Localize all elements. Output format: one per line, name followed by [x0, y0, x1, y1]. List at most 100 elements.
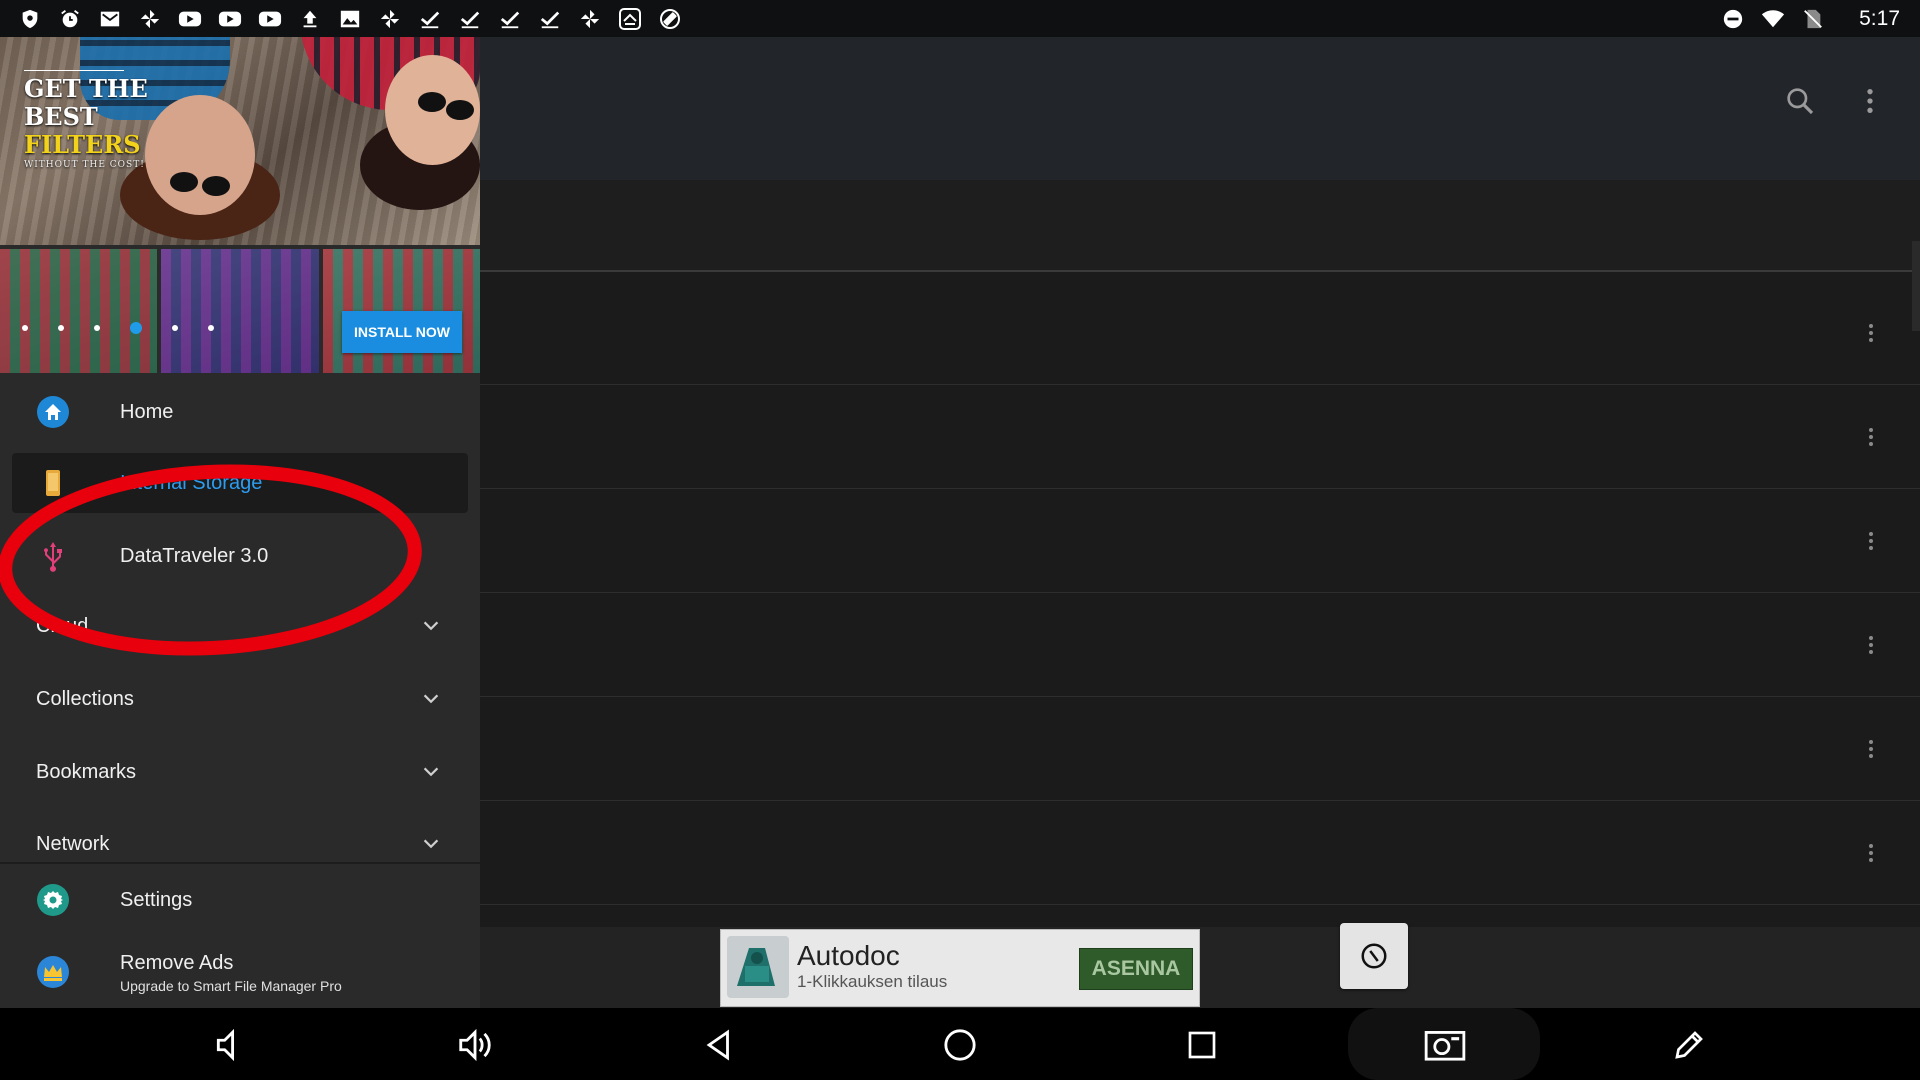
item-more-button[interactable] — [1856, 838, 1886, 868]
item-more-button[interactable] — [1856, 630, 1886, 660]
more-vert-icon — [1869, 740, 1873, 758]
list-item[interactable] — [480, 800, 1920, 905]
carousel-dots[interactable] — [22, 322, 214, 334]
drawer-divider — [0, 862, 480, 864]
ad-install-button[interactable]: ASENNA — [1079, 948, 1193, 990]
headline-line-1: GET THE — [24, 74, 148, 103]
drawer-section-bookmarks[interactable]: Bookmarks — [0, 742, 480, 802]
check-icon — [458, 7, 482, 31]
drawer-item-label: Settings — [120, 888, 193, 911]
mail-icon — [98, 7, 122, 31]
ad-logo — [727, 936, 789, 998]
recents-square-icon — [1188, 1031, 1216, 1059]
remove-ads-subtitle: Upgrade to Smart File Manager Pro — [120, 978, 342, 994]
back-triangle-icon — [706, 1029, 729, 1061]
screen-recorder-button[interactable] — [1340, 923, 1408, 989]
carousel-dot-active[interactable] — [130, 322, 142, 334]
alarm-icon — [58, 7, 82, 31]
overflow-menu-button[interactable] — [1848, 79, 1892, 123]
upload-icon — [298, 7, 322, 31]
filter-thumbnail — [0, 249, 158, 373]
screenshot-button[interactable] — [1420, 1020, 1470, 1070]
do-not-disturb-icon — [1721, 7, 1745, 31]
wifi-icon — [1761, 7, 1785, 31]
app-bar — [480, 37, 1920, 180]
pinwheel-icon — [378, 7, 402, 31]
more-vert-icon — [1867, 89, 1873, 113]
drawer-item-datatraveler[interactable]: DataTraveler 3.0 — [0, 526, 480, 586]
notification-icons — [0, 7, 682, 31]
more-vert-icon — [1869, 324, 1873, 342]
carousel-dot[interactable] — [94, 325, 100, 331]
ad-banner[interactable]: Autodoc 1-Klikkauksen tilaus ASENNA — [720, 929, 1200, 1007]
more-vert-icon — [1869, 532, 1873, 550]
remove-ads-title: Remove Ads — [120, 952, 234, 974]
section-label: Cloud — [36, 614, 89, 637]
youtube-icon — [178, 7, 202, 31]
no-sim-icon — [1801, 7, 1825, 31]
chevron-down-icon — [423, 767, 439, 777]
chevron-down-icon — [423, 621, 439, 631]
screen-rotation-icon — [658, 7, 682, 31]
headline-sub: WITHOUT THE COST! — [24, 160, 145, 170]
back-button[interactable] — [694, 1020, 744, 1070]
item-more-button[interactable] — [1856, 318, 1886, 348]
block-icon — [1361, 943, 1387, 969]
crown-icon — [36, 955, 70, 989]
youtube-icon — [258, 7, 282, 31]
filter-thumbnail — [161, 249, 319, 373]
pencil-icon — [1675, 1031, 1703, 1059]
list-item[interactable] — [480, 280, 1920, 385]
home-circle-icon — [944, 1029, 976, 1061]
main-content: Autodoc 1-Klikkauksen tilaus ASENNA — [480, 37, 1920, 1008]
item-more-button[interactable] — [1856, 734, 1886, 764]
system-navigation-bar — [0, 1008, 1920, 1080]
recents-button[interactable] — [1177, 1020, 1227, 1070]
drawer-item-home[interactable]: Home — [0, 382, 480, 442]
section-label: Bookmarks — [36, 760, 137, 783]
volume-down-button[interactable] — [206, 1020, 256, 1070]
section-label: Collections — [36, 687, 134, 710]
search-icon — [1787, 88, 1814, 115]
section-label: Network — [36, 832, 110, 855]
drawer-item-internal-storage[interactable]: Internal Storage — [12, 453, 468, 513]
list-item[interactable] — [480, 592, 1920, 697]
settings-gear-icon — [36, 883, 70, 917]
list-item[interactable] — [480, 384, 1920, 489]
status-bar: 5:17 — [0, 0, 1920, 37]
item-more-button[interactable] — [1856, 526, 1886, 556]
drawer-item-label: Internal Storage — [120, 471, 263, 494]
ad-bar — [480, 927, 1920, 1008]
carousel-dot[interactable] — [58, 325, 64, 331]
headline-line-3: FILTERS — [24, 130, 141, 159]
search-button[interactable] — [1778, 79, 1822, 123]
drawer-item-settings[interactable]: Settings — [0, 870, 480, 930]
banner-headline: GET THE BEST FILTERS WITHOUT THE COST! — [24, 70, 148, 171]
carousel-dot[interactable] — [208, 325, 214, 331]
home-button[interactable] — [935, 1020, 985, 1070]
usb-icon — [36, 539, 70, 573]
phone-storage-icon — [36, 466, 70, 500]
drawer-section-cloud[interactable]: Cloud — [0, 596, 480, 656]
drawer-section-network[interactable]: Network — [0, 814, 480, 874]
draw-button[interactable] — [1664, 1020, 1714, 1070]
check-icon — [498, 7, 522, 31]
carousel-dot[interactable] — [172, 325, 178, 331]
list-item[interactable] — [480, 696, 1920, 801]
list-item[interactable] — [480, 488, 1920, 593]
ad-subtitle: 1-Klikkauksen tilaus — [797, 972, 948, 991]
chevron-down-icon — [423, 839, 439, 849]
drawer-item-label: DataTraveler 3.0 — [120, 544, 269, 567]
drawer-item-label: Home — [120, 400, 174, 423]
volume-up-icon — [459, 1028, 491, 1062]
carousel-dot[interactable] — [22, 325, 28, 331]
promo-banner[interactable]: GET THE BEST FILTERS WITHOUT THE COST! I… — [0, 0, 480, 373]
clock: 5:17 — [1859, 6, 1900, 30]
scan-icon — [618, 7, 642, 31]
item-more-button[interactable] — [1856, 422, 1886, 452]
install-now-button[interactable]: INSTALL NOW — [342, 311, 462, 353]
drawer-section-collections[interactable]: Collections — [0, 669, 480, 729]
shield-icon — [18, 7, 42, 31]
more-vert-icon — [1869, 428, 1873, 446]
volume-up-button[interactable] — [450, 1020, 500, 1070]
